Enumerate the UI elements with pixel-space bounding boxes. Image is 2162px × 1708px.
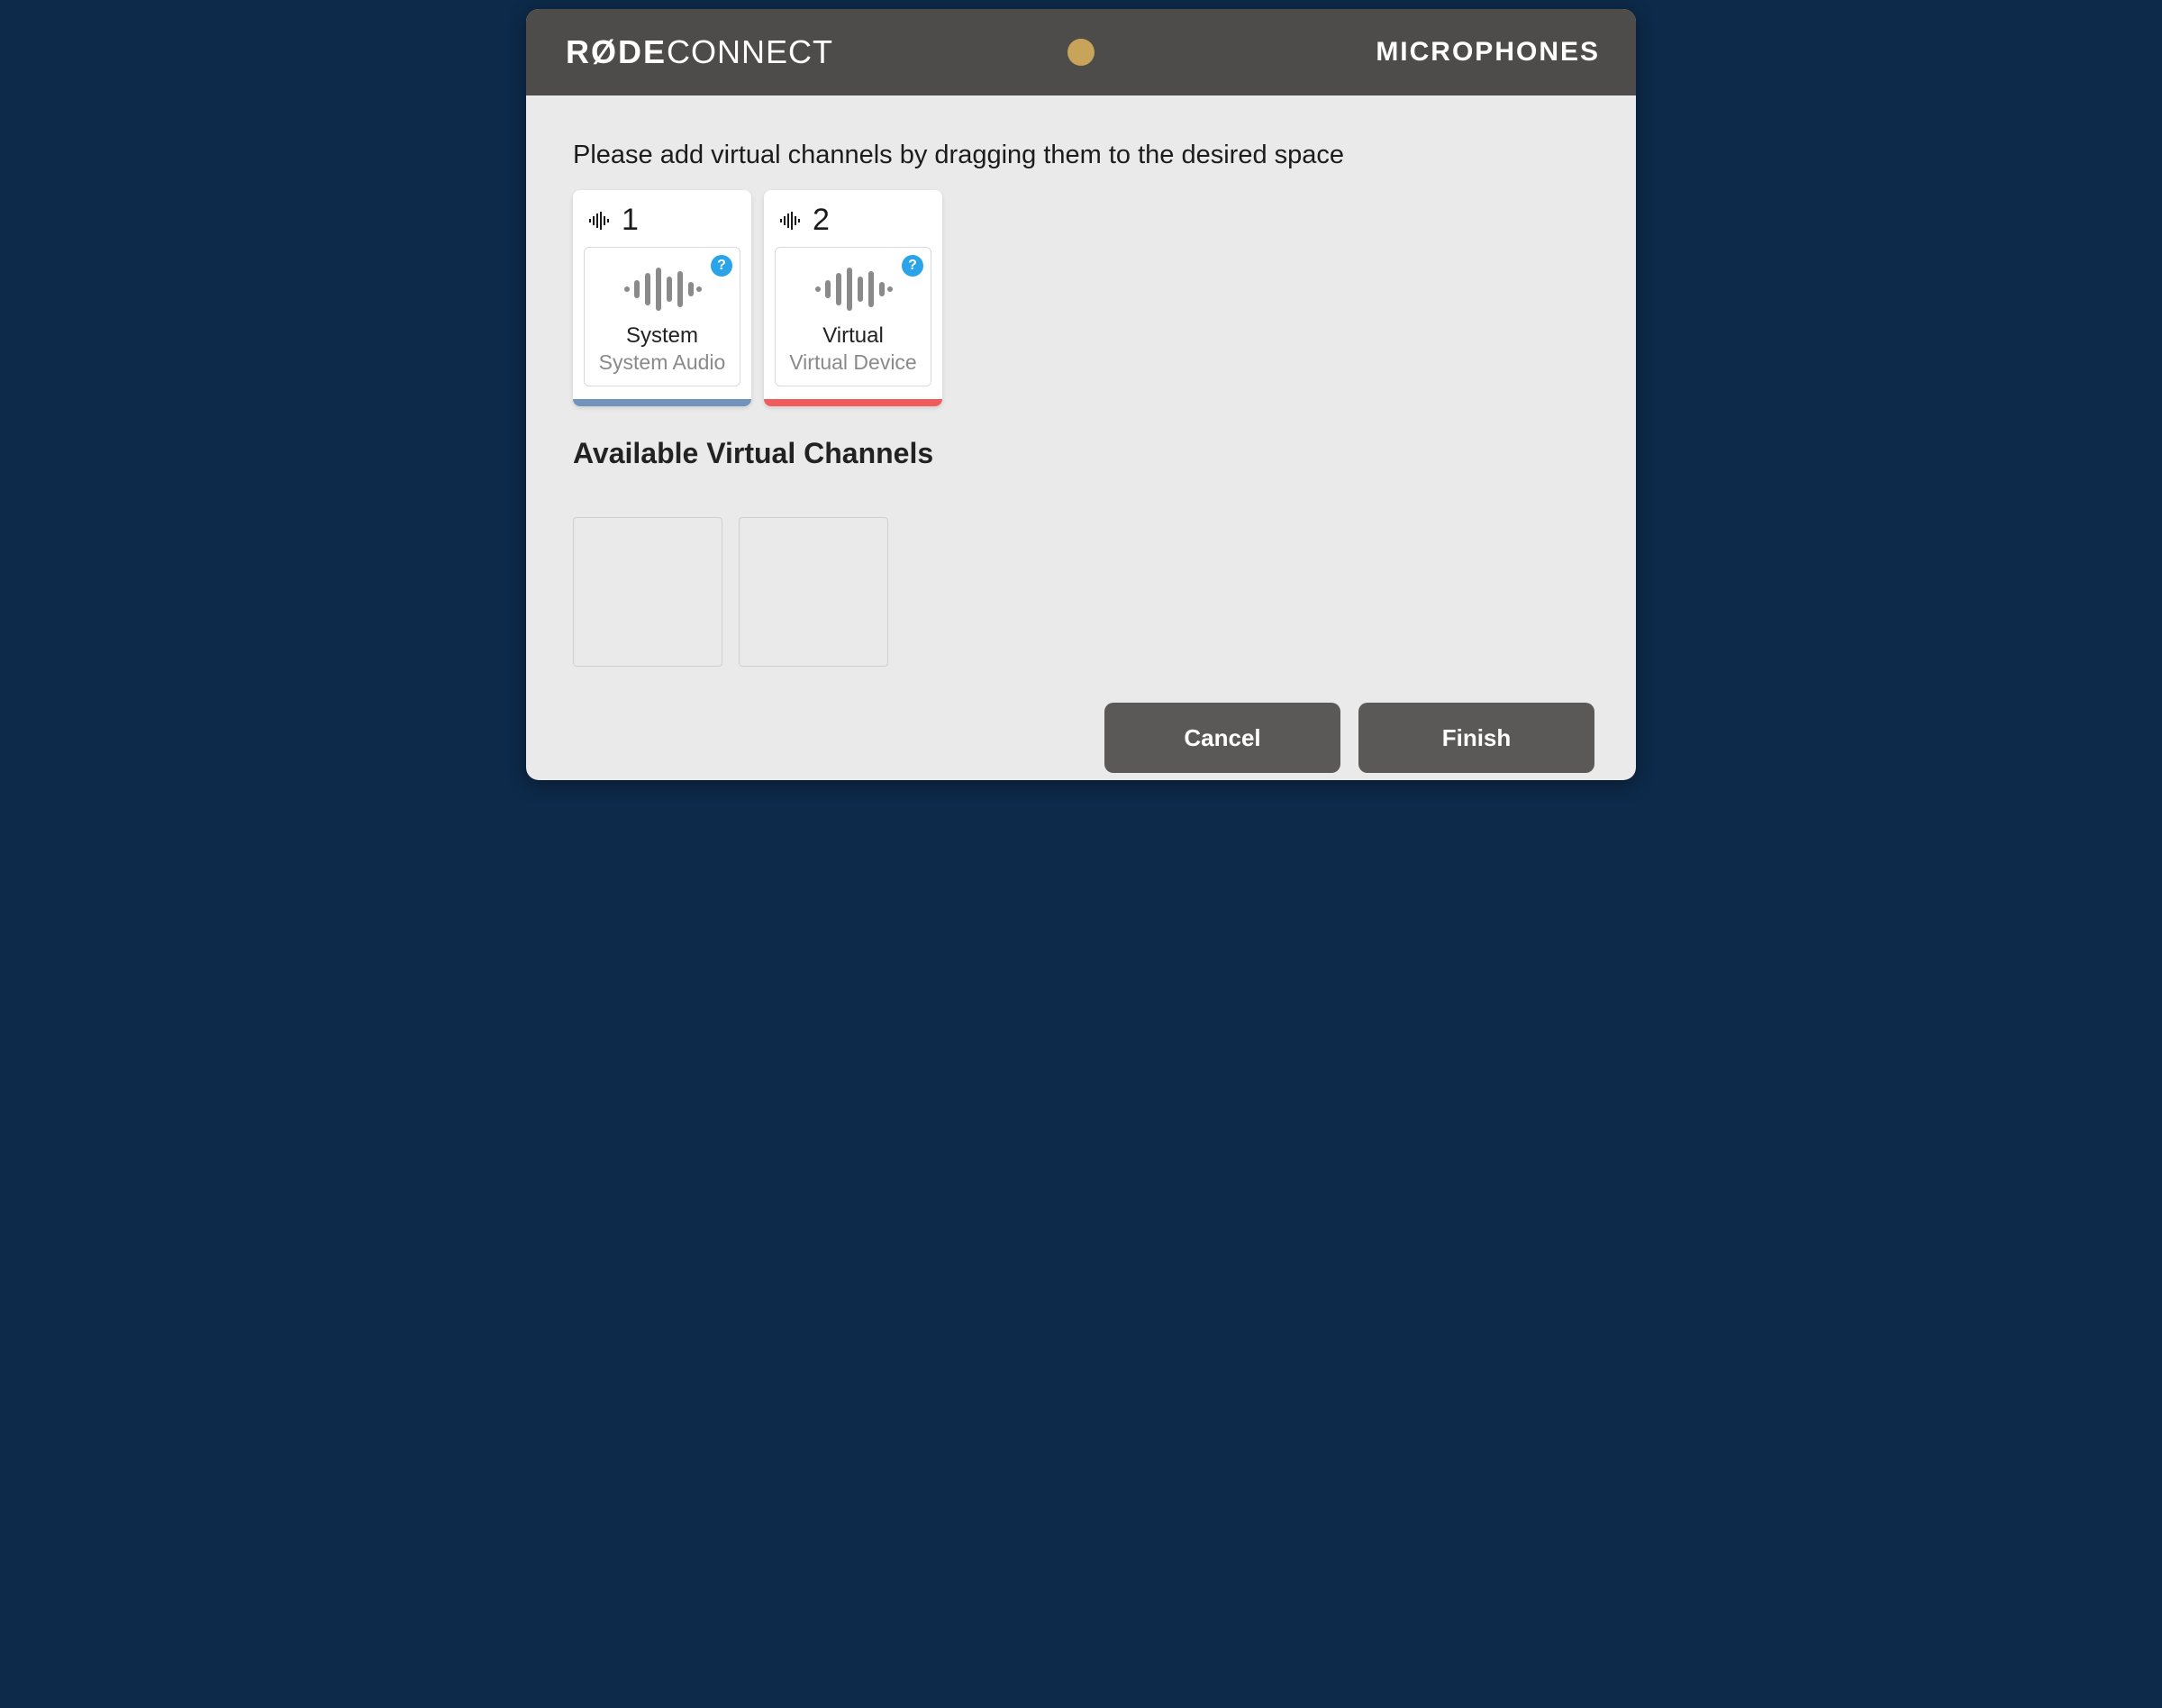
device-box[interactable]: ? [775, 247, 931, 386]
device-subtitle: Virtual Device [783, 350, 923, 375]
finish-button[interactable]: Finish [1358, 703, 1594, 773]
app-window: RØDECONNECT MICROPHONES Please add virtu… [526, 9, 1636, 780]
device-name: System [592, 323, 732, 349]
channel-slot[interactable]: 2 ? [764, 190, 942, 406]
instruction-text: Please add virtual channels by dragging … [573, 141, 1589, 170]
slot-number: 1 [622, 203, 639, 238]
brand-light: CONNECT [667, 33, 833, 71]
waveform-small-icon [589, 212, 611, 230]
available-channels-heading: Available Virtual Channels [573, 437, 1589, 470]
assigned-slots-row: 1 ? [573, 190, 1589, 406]
titlebar: RØDECONNECT MICROPHONES [526, 9, 1636, 95]
device-subtitle: System Audio [592, 350, 732, 375]
page-title: MICROPHONES [1376, 37, 1600, 68]
device-box[interactable]: ? [584, 247, 740, 386]
waveform-large-icon [783, 268, 923, 311]
content-area: Please add virtual channels by dragging … [526, 95, 1636, 780]
available-slot-empty[interactable] [573, 517, 722, 667]
device-name: Virtual [783, 323, 923, 349]
slot-color-stripe [573, 399, 751, 406]
slot-number: 2 [813, 203, 830, 238]
brand-logo: RØDECONNECT [566, 33, 833, 71]
channel-slot[interactable]: 1 ? [573, 190, 751, 406]
cancel-button[interactable]: Cancel [1104, 703, 1340, 773]
waveform-large-icon [592, 268, 732, 311]
waveform-small-icon [780, 212, 802, 230]
available-slots-row [573, 517, 1589, 667]
help-icon[interactable]: ? [711, 255, 732, 277]
slot-header: 2 [764, 190, 942, 247]
slot-color-stripe [764, 399, 942, 406]
status-dot-icon [1067, 39, 1095, 66]
help-icon[interactable]: ? [902, 255, 923, 277]
footer-buttons: Cancel Finish [1104, 703, 1594, 773]
available-slot-empty[interactable] [739, 517, 888, 667]
brand-bold: RØDE [566, 33, 667, 71]
slot-header: 1 [573, 190, 751, 247]
